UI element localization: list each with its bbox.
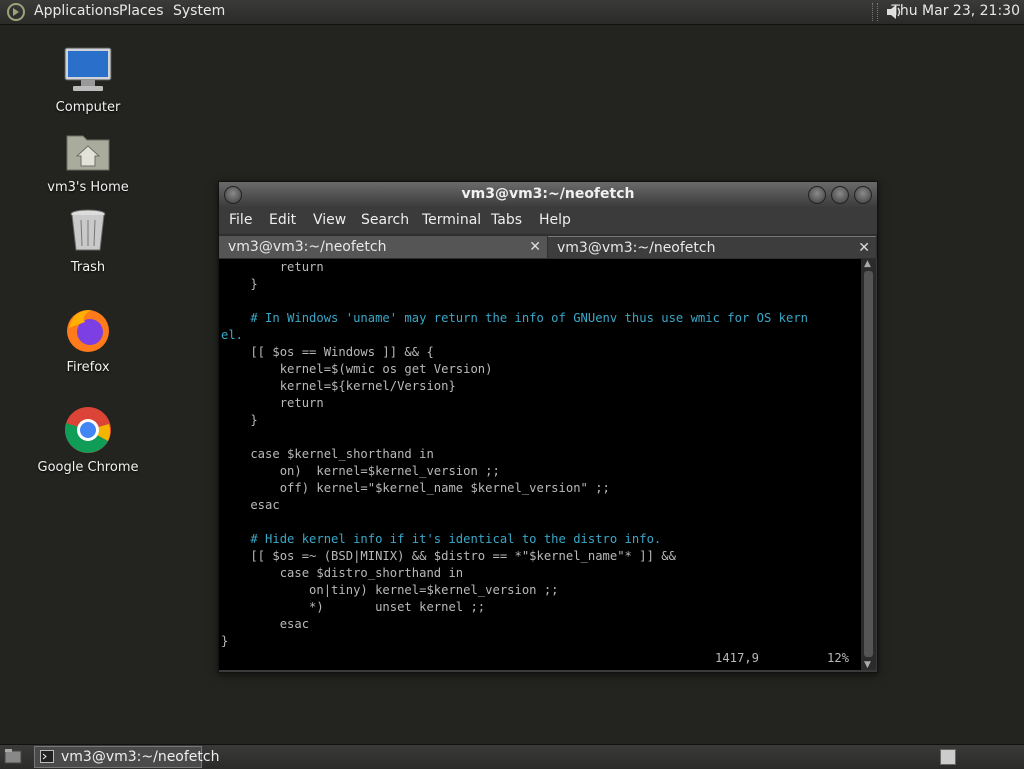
desktop-icon-trash[interactable]: Trash [33,206,143,275]
terminal-line: kernel=$(wmic os get Version) [221,362,493,376]
terminal-line: } [221,413,258,427]
terminal-line: # In Windows 'uname' may return the info… [221,311,808,325]
tab-1[interactable]: vm3@vm3:~/neofetch ✕ [219,236,547,258]
firefox-icon [67,310,109,352]
tab-label: vm3@vm3:~/neofetch [557,240,716,256]
menu-search[interactable]: Search [361,212,409,228]
terminal-line: *) unset kernel ;; [221,600,486,614]
scroll-down-icon[interactable]: ▼ [864,660,871,670]
desktop-icon-firefox[interactable]: Firefox [33,306,143,375]
window-title: vm3@vm3:~/neofetch [461,186,635,202]
desktop-icon-label: vm3's Home [47,180,129,195]
tab-bar: vm3@vm3:~/neofetch ✕ vm3@vm3:~/neofetch … [219,234,877,259]
desktop-icon-label: Firefox [66,360,110,375]
computer-icon [64,47,112,91]
terminal-line: esac [221,498,280,512]
workspace-switcher[interactable] [940,749,956,765]
desktop-icon-label: Computer [55,100,121,115]
close-icon[interactable] [854,186,872,204]
tab-close-icon[interactable]: ✕ [529,236,541,258]
terminal-line: # Hide kernel info if it's identical to … [221,532,662,546]
terminal-window[interactable]: vm3@vm3:~/neofetch File Edit View Search… [218,181,878,673]
menubar: File Edit View Search Terminal Tabs Help [219,207,877,233]
status-position: 1417,9 [715,651,760,665]
trash-icon [70,209,106,251]
maximize-icon[interactable] [831,186,849,204]
terminal-line: return [221,260,324,274]
places-menu[interactable]: Places [119,3,164,19]
desktop-icon-label: Google Chrome [37,460,139,475]
system-menu[interactable]: System [173,3,225,19]
scrollbar-thumb[interactable] [864,271,873,657]
terminal-line: esac [221,617,310,631]
menu-view[interactable]: View [313,212,346,228]
distro-logo-icon[interactable] [6,2,26,22]
clock[interactable]: Thu Mar 23, 21:30 [891,3,1020,19]
status-percent: 12% [827,651,850,665]
menu-help[interactable]: Help [539,212,571,228]
tab-2[interactable]: vm3@vm3:~/neofetch ✕ [548,236,876,258]
panel-separator [872,3,878,21]
terminal-app-icon [40,750,54,763]
window-menu-icon[interactable] [224,186,242,204]
desktop-icon-home[interactable]: vm3's Home [33,126,143,195]
home-folder-icon [66,135,110,171]
desktop-icon-computer[interactable]: Computer [33,46,143,115]
terminal-line: case $kernel_shorthand in [221,447,434,461]
menu-edit[interactable]: Edit [269,212,296,228]
terminal-line: kernel=${kernel/Version} [221,379,456,393]
terminal-line: on|tiny) kernel=$kernel_version ;; [221,583,559,597]
terminal-line: off) kernel="$kernel_name $kernel_versio… [221,481,610,495]
menu-file[interactable]: File [229,212,252,228]
terminal-line: } [221,634,229,648]
tab-label: vm3@vm3:~/neofetch [228,239,387,255]
terminal-line: on) kernel=$kernel_version ;; [221,464,500,478]
minimize-icon[interactable] [808,186,826,204]
terminal-line: [[ $os == Windows ]] && { [221,345,434,359]
desktop-icon-chrome[interactable]: Google Chrome [33,406,143,475]
window-titlebar[interactable]: vm3@vm3:~/neofetch [219,182,877,207]
scroll-up-icon[interactable]: ▲ [864,259,871,269]
menu-tabs[interactable]: Tabs [491,212,522,228]
taskbar-button-label: vm3@vm3:~/neofetch [61,749,220,765]
terminal-scrollbar[interactable]: ▲ ▼ [861,259,876,670]
show-desktop-icon[interactable] [4,748,22,764]
terminal-line: case $distro_shorthand in [221,566,464,580]
chrome-icon [64,407,111,453]
top-panel: Applications Places System Thu Mar 23, 2… [0,0,1024,25]
terminal-line: [[ $os =~ (BSD|MINIX) && $distro == *"$k… [221,549,676,563]
bottom-panel: vm3@vm3:~/neofetch [0,744,1024,769]
terminal-output[interactable]: return } # In Windows 'uname' may return… [219,259,861,670]
terminal-line: el. [221,328,244,342]
taskbar-button-terminal[interactable]: vm3@vm3:~/neofetch [34,746,219,768]
terminal-line: } [221,277,258,291]
tab-close-icon[interactable]: ✕ [858,237,870,259]
terminal-line: return [221,396,324,410]
menu-terminal[interactable]: Terminal [422,212,481,228]
applications-menu[interactable]: Applications [34,3,120,19]
desktop-icon-label: Trash [70,260,106,275]
